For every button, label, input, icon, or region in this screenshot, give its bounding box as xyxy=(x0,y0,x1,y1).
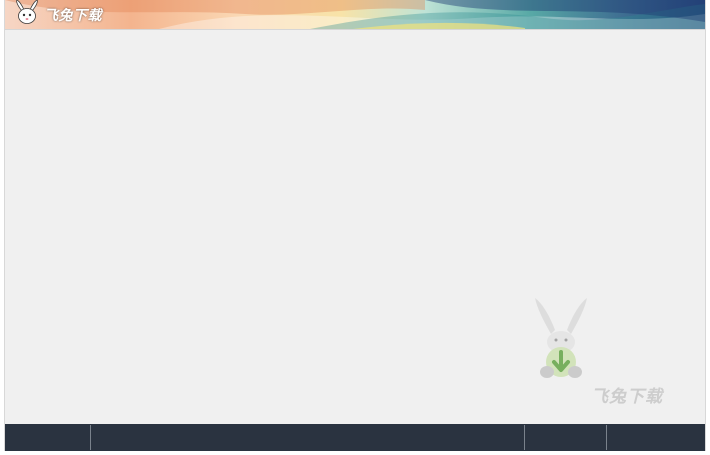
status-cell-2 xyxy=(91,424,524,451)
status-cell-3 xyxy=(525,424,606,451)
title-bar[interactable]: 飞兔下载 xyxy=(5,0,705,30)
status-cell-1 xyxy=(5,424,90,451)
status-cell-4 xyxy=(607,424,705,451)
brand-name: 飞兔下载 xyxy=(44,8,102,24)
brand: 飞兔下载 xyxy=(13,0,102,29)
watermark-text: 飞兔下载 xyxy=(591,387,663,407)
header-wave-decoration xyxy=(5,0,705,29)
rabbit-logo-icon xyxy=(13,0,41,29)
rabbit-download-icon xyxy=(535,298,587,378)
status-bar xyxy=(5,424,705,451)
app-window: 飞兔下载 飞兔下载 xyxy=(4,0,706,451)
